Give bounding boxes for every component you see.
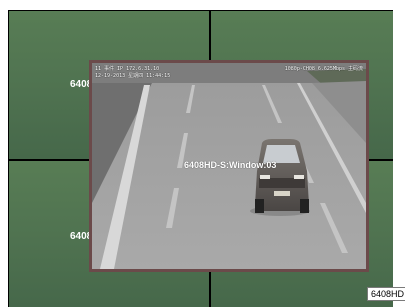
osd-camera-info: 11 事件 IP 172.6.31.10 (95, 66, 160, 72)
video-feed[interactable]: 11 事件 IP 172.6.31.10 12-19-2013 星期四 11:4… (92, 63, 366, 269)
window-label: 6408HD-S:Window:03 (184, 160, 277, 170)
tooltip: 6408HD (367, 287, 405, 301)
floating-video-window[interactable]: 11 事件 IP 172.6.31.10 12-19-2013 星期四 11:4… (89, 60, 369, 272)
osd-timestamp: 12-19-2013 星期四 11:44:15 (95, 73, 171, 79)
osd-stream-info: 1080p-CH08 6.625Mbps 主码流 (284, 66, 363, 72)
